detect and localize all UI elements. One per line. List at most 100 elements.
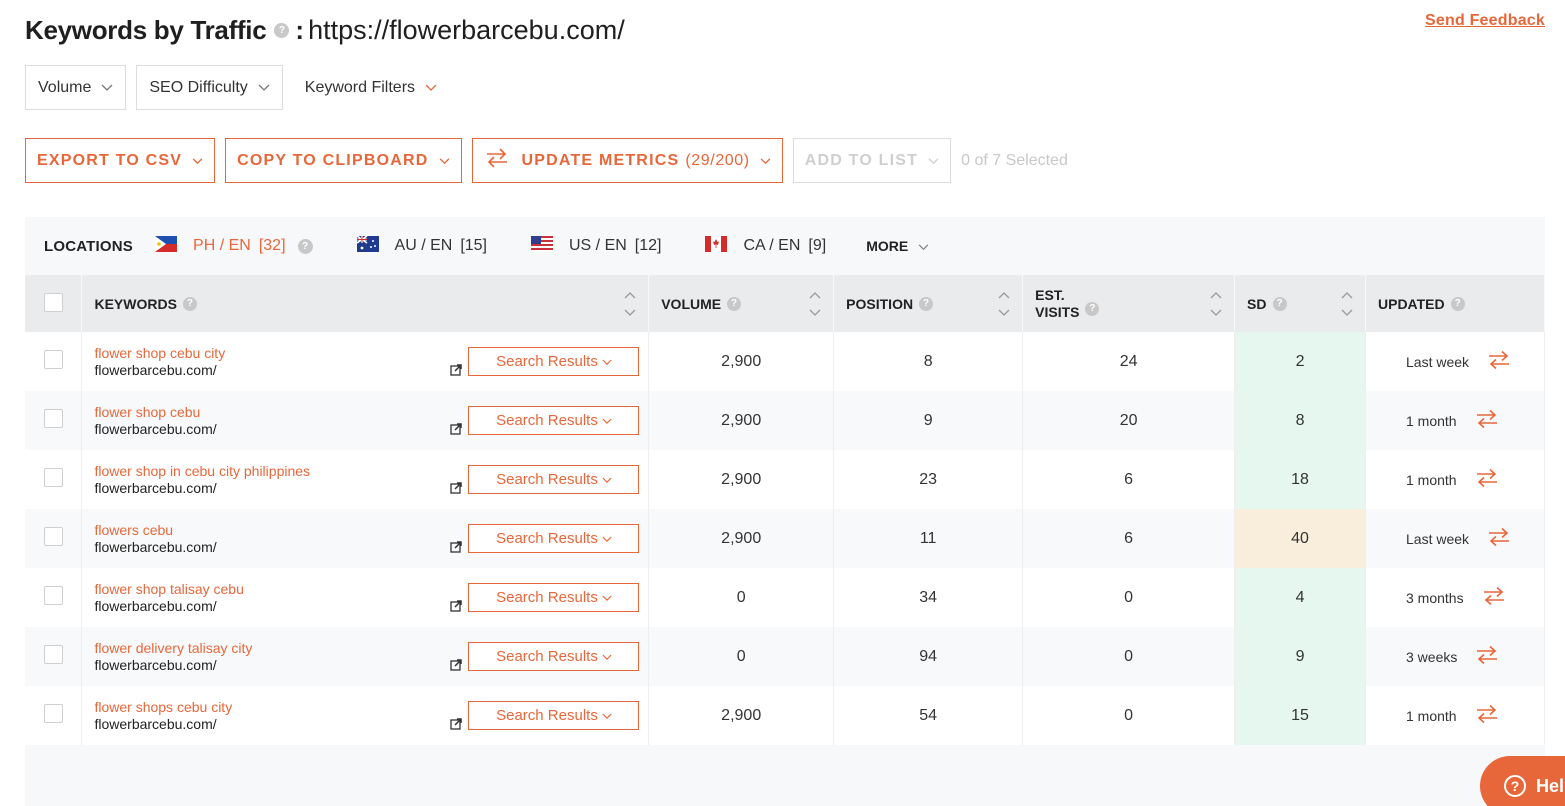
table-row: flower shop in cebu city philippines flo… — [25, 450, 1545, 509]
location-count: [9] — [808, 237, 827, 254]
refresh-icon[interactable] — [1482, 586, 1506, 609]
row-select-cell — [25, 568, 83, 627]
position-cell: 9 — [833, 391, 1024, 450]
help-icon[interactable]: ? — [1085, 301, 1100, 316]
location-count: [32] — [258, 237, 286, 254]
sort-icon[interactable] — [998, 291, 1010, 317]
export-csv-button[interactable]: EXPORT TO CSV — [25, 138, 216, 183]
row-select-cell — [25, 509, 83, 568]
swap-arrows-icon — [484, 147, 510, 174]
row-checkbox[interactable] — [43, 467, 63, 487]
update-metrics-button[interactable]: UPDATE METRICS (29/200) — [471, 138, 783, 183]
row-checkbox[interactable] — [43, 644, 63, 664]
search-results-button[interactable]: Search Results — [468, 583, 640, 612]
keywords-column-header[interactable]: KEYWORDS? — [81, 275, 650, 332]
search-results-label: Search Results — [496, 648, 598, 665]
external-link-icon[interactable] — [450, 658, 463, 676]
updated-cell: 1 month — [1365, 391, 1545, 450]
position-cell: 54 — [833, 686, 1024, 745]
sd-header-label: SD — [1247, 295, 1267, 312]
row-checkbox[interactable] — [43, 585, 63, 605]
row-checkbox[interactable] — [43, 408, 63, 428]
row-select-cell — [25, 627, 83, 686]
search-results-label: Search Results — [496, 412, 598, 429]
canada-flag-icon — [705, 235, 728, 257]
external-link-icon[interactable] — [450, 481, 463, 499]
sort-icon[interactable] — [1341, 291, 1353, 317]
sort-icon[interactable] — [1210, 291, 1222, 317]
select-all-checkbox[interactable] — [43, 292, 63, 312]
refresh-icon[interactable] — [1487, 527, 1511, 550]
refresh-icon[interactable] — [1487, 350, 1511, 373]
volume-filter-label: Volume — [38, 78, 92, 96]
export-csv-label: EXPORT TO CSV — [37, 151, 183, 169]
position-cell: 8 — [833, 332, 1024, 391]
help-widget-button[interactable]: ? Hel — [1480, 756, 1565, 806]
location-tab-ph[interactable]: PH / EN [32] ? — [155, 235, 313, 257]
external-link-icon[interactable] — [450, 599, 463, 617]
position-cell: 23 — [833, 450, 1024, 509]
help-icon[interactable]: ? — [727, 296, 742, 311]
sort-icon[interactable] — [624, 291, 636, 317]
search-results-button[interactable]: Search Results — [468, 642, 640, 671]
table-header-row: KEYWORDS? VOLUME? POSITION? EST. VISITS? … — [25, 275, 1545, 332]
location-count: [15] — [460, 237, 487, 254]
help-icon[interactable]: ? — [1450, 296, 1465, 311]
external-link-icon[interactable] — [450, 422, 463, 440]
chevron-down-icon — [602, 589, 612, 606]
sd-column-header[interactable]: SD? — [1234, 275, 1366, 332]
copy-to-clipboard-button[interactable]: COPY TO CLIPBOARD — [225, 138, 462, 183]
updated-value: Last week — [1406, 530, 1470, 547]
sort-icon[interactable] — [809, 291, 821, 317]
est-visits-column-header[interactable]: EST. VISITS? — [1022, 275, 1236, 332]
more-label: MORE — [866, 238, 909, 254]
help-icon[interactable]: ? — [297, 238, 313, 254]
position-cell: 34 — [833, 568, 1024, 627]
chevron-down-icon — [101, 79, 113, 97]
chevron-down-icon — [928, 152, 939, 170]
row-checkbox[interactable] — [43, 349, 63, 369]
refresh-icon[interactable] — [1475, 645, 1499, 668]
external-link-icon[interactable] — [450, 540, 463, 558]
chevron-down-icon — [439, 152, 450, 170]
refresh-icon[interactable] — [1475, 468, 1499, 491]
location-tab-us[interactable]: US / EN [12] — [531, 235, 661, 257]
search-results-button[interactable]: Search Results — [468, 524, 640, 553]
volume-column-header[interactable]: VOLUME? — [648, 275, 835, 332]
location-tab-ca[interactable]: CA / EN [9] — [705, 235, 827, 257]
keyword-cell: flower shops cebu city flowerbarcebu.com… — [81, 686, 650, 745]
est-visits-cell: 0 — [1022, 627, 1236, 686]
updated-value: 1 month — [1406, 412, 1457, 429]
est-visits-cell: 0 — [1022, 568, 1236, 627]
help-icon[interactable]: ? — [919, 296, 934, 311]
position-column-header[interactable]: POSITION? — [833, 275, 1024, 332]
search-results-button[interactable]: Search Results — [468, 347, 640, 376]
chevron-down-icon — [425, 79, 437, 97]
external-link-icon[interactable] — [450, 717, 463, 735]
search-results-button[interactable]: Search Results — [468, 406, 640, 435]
refresh-icon[interactable] — [1475, 704, 1499, 727]
external-link-icon[interactable] — [450, 363, 463, 381]
keywords-header-label: KEYWORDS — [94, 295, 177, 312]
refresh-icon[interactable] — [1475, 409, 1499, 432]
est-visits-header-line1: EST. — [1035, 286, 1065, 303]
seo-difficulty-filter-dropdown[interactable]: SEO Difficulty — [136, 65, 283, 110]
keyword-filters-dropdown[interactable]: Keyword Filters — [292, 65, 450, 110]
help-icon[interactable]: ? — [1272, 296, 1287, 311]
more-locations-dropdown[interactable]: MORE — [866, 238, 929, 254]
add-to-list-button[interactable]: ADD TO LIST — [792, 138, 952, 183]
search-results-button[interactable]: Search Results — [468, 465, 640, 494]
location-tab-au[interactable]: AU / EN [15] — [356, 234, 487, 257]
row-checkbox[interactable] — [43, 703, 63, 723]
send-feedback-link[interactable]: Send Feedback — [1425, 12, 1545, 30]
volume-filter-dropdown[interactable]: Volume — [25, 65, 127, 110]
select-all-header — [25, 275, 83, 332]
est-visits-cell: 0 — [1022, 686, 1236, 745]
help-icon[interactable]: ? — [274, 22, 290, 38]
help-icon[interactable]: ? — [182, 296, 197, 311]
row-checkbox[interactable] — [43, 526, 63, 546]
table-body: flower shop cebu city flowerbarcebu.com/… — [25, 332, 1545, 745]
updated-cell: 1 month — [1365, 450, 1545, 509]
search-results-button[interactable]: Search Results — [468, 701, 640, 730]
add-to-list-label: ADD TO LIST — [804, 151, 919, 169]
